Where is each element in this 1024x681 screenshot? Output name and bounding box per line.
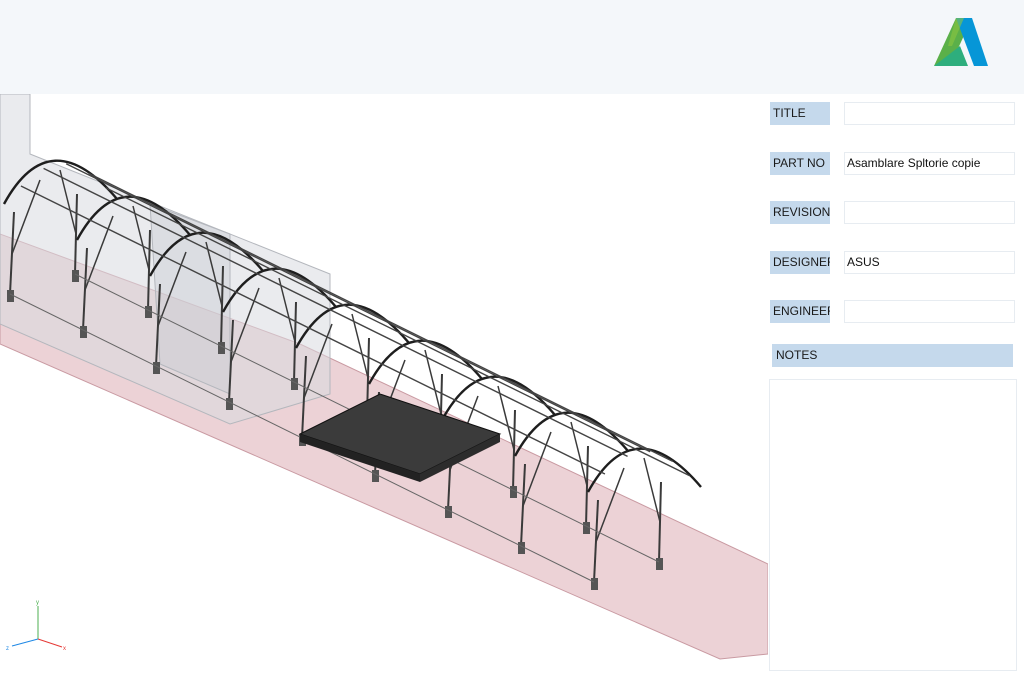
base-plate	[656, 558, 663, 570]
axis-triad: y x z	[6, 600, 66, 652]
engineer-field[interactable]	[844, 300, 1015, 323]
axis-z-label: z	[6, 646, 9, 652]
roof-arch	[367, 339, 483, 385]
title-field[interactable]	[844, 102, 1015, 125]
roof-arch	[513, 411, 629, 457]
axis-x-label: x	[63, 646, 66, 652]
base-plate	[591, 578, 598, 590]
designer-label: DESIGNER	[770, 251, 830, 274]
autodesk-logo-icon	[934, 18, 988, 66]
roof-arch	[586, 447, 702, 493]
designer-field[interactable]: ASUS	[844, 251, 1015, 274]
revision-label: REVISION	[770, 201, 830, 224]
notes-field[interactable]	[769, 379, 1017, 671]
roof-arch	[440, 375, 556, 421]
model-viewport[interactable]: y x z	[0, 93, 769, 676]
title-label: TITLE	[770, 102, 830, 125]
revision-field[interactable]	[844, 201, 1015, 224]
properties-panel: TITLE PART NO Asamblare Spltorie copie R…	[768, 94, 1024, 676]
part-no-field[interactable]: Asamblare Spltorie copie	[844, 152, 1015, 175]
axis-y-label: y	[36, 600, 39, 606]
steel-member	[351, 313, 369, 379]
notes-label: NOTES	[772, 344, 1013, 367]
engineer-label: ENGINEER	[770, 300, 830, 323]
assembly-3d-view: y x z	[0, 93, 769, 660]
header-bar	[0, 0, 1024, 94]
part-no-label: PART NO	[770, 152, 830, 175]
